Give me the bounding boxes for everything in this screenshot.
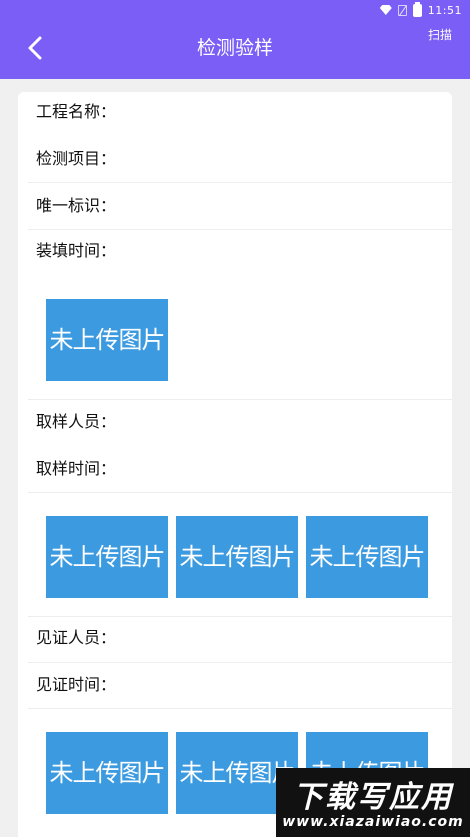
watermark-main: 下载写应用 xyxy=(293,780,453,815)
sampling-time-label: 取样时间： xyxy=(36,459,117,478)
detail-card: 工程名称： 检测项目： 唯一标识： 装填时间： 未上传图片 取样人员： 取样时间… xyxy=(18,92,452,837)
battery-icon xyxy=(412,1,422,17)
no-sim-icon xyxy=(397,4,407,16)
divider xyxy=(28,662,452,663)
divider xyxy=(28,182,452,183)
unique-id-label: 唯一标识： xyxy=(36,196,117,215)
status-time: 11:51 xyxy=(427,3,462,17)
page-title: 检测验样 xyxy=(196,37,273,59)
witness-person-label: 见证人员： xyxy=(36,628,117,647)
filling-photo-placeholder[interactable]: 未上传图片 xyxy=(46,299,168,381)
witness-time-label: 见证时间： xyxy=(36,675,117,694)
test-item-label: 检测项目： xyxy=(36,149,117,168)
divider xyxy=(28,492,452,493)
witness-photo-placeholder[interactable]: 未上传图片 xyxy=(46,732,168,814)
status-bar: 11:51 xyxy=(379,1,462,18)
watermark-logo: 下载写应用 www.xiazaiwiao.com xyxy=(276,768,470,837)
wifi-icon xyxy=(379,5,392,15)
divider xyxy=(28,229,452,230)
divider xyxy=(28,616,452,617)
app-header: 11:51 检测验样 扫描 xyxy=(0,0,470,79)
filling-time-label: 装填时间： xyxy=(36,241,117,260)
watermark-url: www.xiazaiwiao.com xyxy=(282,814,464,830)
scan-button[interactable]: 扫描 xyxy=(428,26,452,43)
project-name-label: 工程名称： xyxy=(36,102,117,121)
sampling-photo-placeholder[interactable]: 未上传图片 xyxy=(46,516,168,598)
sampling-person-label: 取样人员： xyxy=(36,412,117,431)
sampling-photo-placeholder[interactable]: 未上传图片 xyxy=(176,516,298,598)
sampling-photo-placeholder[interactable]: 未上传图片 xyxy=(306,516,428,598)
divider xyxy=(28,399,452,400)
divider xyxy=(28,708,452,709)
